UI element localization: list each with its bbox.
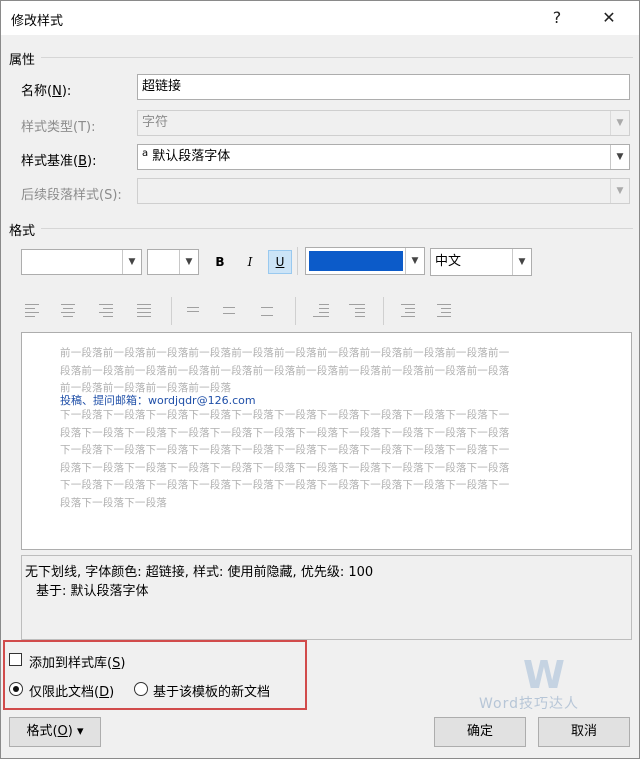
previous-paragraph-text: 前一段落前一段落前一段落前一段落前一段落前一段落前一段落前一段落前一段落前一段落… xyxy=(60,347,510,394)
dialog-title: 修改样式 xyxy=(11,14,64,29)
watermark-logo: W xyxy=(523,653,565,697)
cancel-button[interactable]: 取消 xyxy=(538,717,630,747)
chevron-down-icon: ▼ xyxy=(610,111,629,135)
title-bar: 修改样式 ? ✕ xyxy=(1,1,639,35)
paragraph-toolbar xyxy=(21,295,631,327)
description-based-on: 基于: 默认段落字体 xyxy=(36,584,149,599)
chevron-down-icon[interactable]: ▼ xyxy=(179,250,198,274)
name-label: 名称(N): xyxy=(21,84,72,99)
toolbar-divider xyxy=(297,247,298,275)
space-before-icon[interactable] xyxy=(311,301,331,321)
toolbar-divider xyxy=(383,297,384,325)
increase-indent-icon[interactable] xyxy=(435,301,455,321)
next-paragraph-text: 下一段落下一段落下一段落下一段落下一段落下一段落下一段落下一段落下一段落下一段落… xyxy=(60,409,510,509)
based-on-label: 样式基准(B): xyxy=(21,154,97,169)
format-menu-button[interactable]: 格式(O) ▾ xyxy=(9,717,101,747)
modify-style-dialog: 修改样式 ? ✕ 属性 名称(N): 超链接 样式类型(T): 字符 ▼ 样式基… xyxy=(0,0,640,759)
single-spacing-icon[interactable] xyxy=(185,304,205,324)
chevron-down-icon[interactable]: ▼ xyxy=(122,250,141,274)
style-type-select: 字符 ▼ xyxy=(137,110,630,136)
name-input[interactable]: 超链接 xyxy=(137,74,630,100)
new-documents-label[interactable]: 基于该模板的新文档 xyxy=(153,681,270,700)
align-center-icon[interactable] xyxy=(59,301,79,321)
font-size-select[interactable]: ▼ xyxy=(147,249,199,275)
style-description: 无下划线, 字体颜色: 超链接, 样式: 使用前隐藏, 优先级: 100 基于:… xyxy=(21,555,632,640)
description-line: 无下划线, 字体颜色: 超链接, 样式: 使用前隐藏, 优先级: 100 xyxy=(25,565,374,580)
one-half-spacing-icon[interactable] xyxy=(221,304,241,324)
font-name-select[interactable]: ▼ xyxy=(21,249,142,275)
ok-button[interactable]: 确定 xyxy=(434,717,526,747)
align-left-icon[interactable] xyxy=(23,301,43,321)
only-this-document-radio[interactable] xyxy=(9,682,23,696)
based-on-value: 默认段落字体 xyxy=(152,149,231,164)
dropdown-arrow-icon: ▾ xyxy=(77,724,84,739)
add-to-gallery-checkbox[interactable] xyxy=(9,653,22,666)
script-select[interactable]: 中文 ▼ xyxy=(430,248,532,276)
close-button[interactable]: ✕ xyxy=(589,5,629,31)
style-type-label: 样式类型(T): xyxy=(21,120,96,135)
italic-button[interactable]: I xyxy=(238,250,262,274)
help-button[interactable]: ? xyxy=(537,5,577,31)
properties-section-label: 属性 xyxy=(9,53,36,68)
align-right-icon[interactable] xyxy=(97,301,117,321)
format-section-label: 格式 xyxy=(9,224,36,239)
decrease-indent-icon[interactable] xyxy=(399,301,419,321)
style-preview: 前一段落前一段落前一段落前一段落前一段落前一段落前一段落前一段落前一段落前一段落… xyxy=(21,332,632,550)
sample-text: 投稿、提问邮箱：wordjqdr@126.com xyxy=(60,394,256,407)
underline-button[interactable]: U xyxy=(268,250,292,274)
add-to-gallery-label[interactable]: 添加到样式库(S) xyxy=(29,652,125,671)
toolbar-divider xyxy=(295,297,296,325)
following-style-select: ▼ xyxy=(137,178,630,204)
new-documents-radio[interactable] xyxy=(134,682,148,696)
following-style-label: 后续段落样式(S): xyxy=(21,188,122,203)
chevron-down-icon[interactable]: ▼ xyxy=(512,249,531,275)
based-on-select[interactable]: a 默认段落字体 ▼ xyxy=(137,144,630,170)
bold-button[interactable]: B xyxy=(208,250,232,274)
space-after-icon[interactable] xyxy=(347,301,367,321)
character-style-icon: a xyxy=(142,148,149,159)
font-color-swatch xyxy=(309,251,403,271)
only-this-document-label[interactable]: 仅限此文档(D) xyxy=(29,681,114,700)
font-color-select[interactable]: ▼ xyxy=(305,247,425,275)
name-value: 超链接 xyxy=(142,79,182,94)
chevron-down-icon[interactable]: ▼ xyxy=(405,248,424,274)
watermark-text: Word技巧达人 xyxy=(479,696,579,712)
script-value: 中文 xyxy=(435,254,462,269)
properties-divider xyxy=(41,57,633,58)
chevron-down-icon: ▼ xyxy=(610,179,629,203)
format-divider xyxy=(41,228,633,229)
style-type-value: 字符 xyxy=(142,115,169,130)
double-spacing-icon[interactable] xyxy=(259,304,279,324)
toolbar-divider xyxy=(171,297,172,325)
justify-icon[interactable] xyxy=(135,301,155,321)
watermark: W Word技巧达人 xyxy=(471,653,631,713)
chevron-down-icon[interactable]: ▼ xyxy=(610,145,629,169)
